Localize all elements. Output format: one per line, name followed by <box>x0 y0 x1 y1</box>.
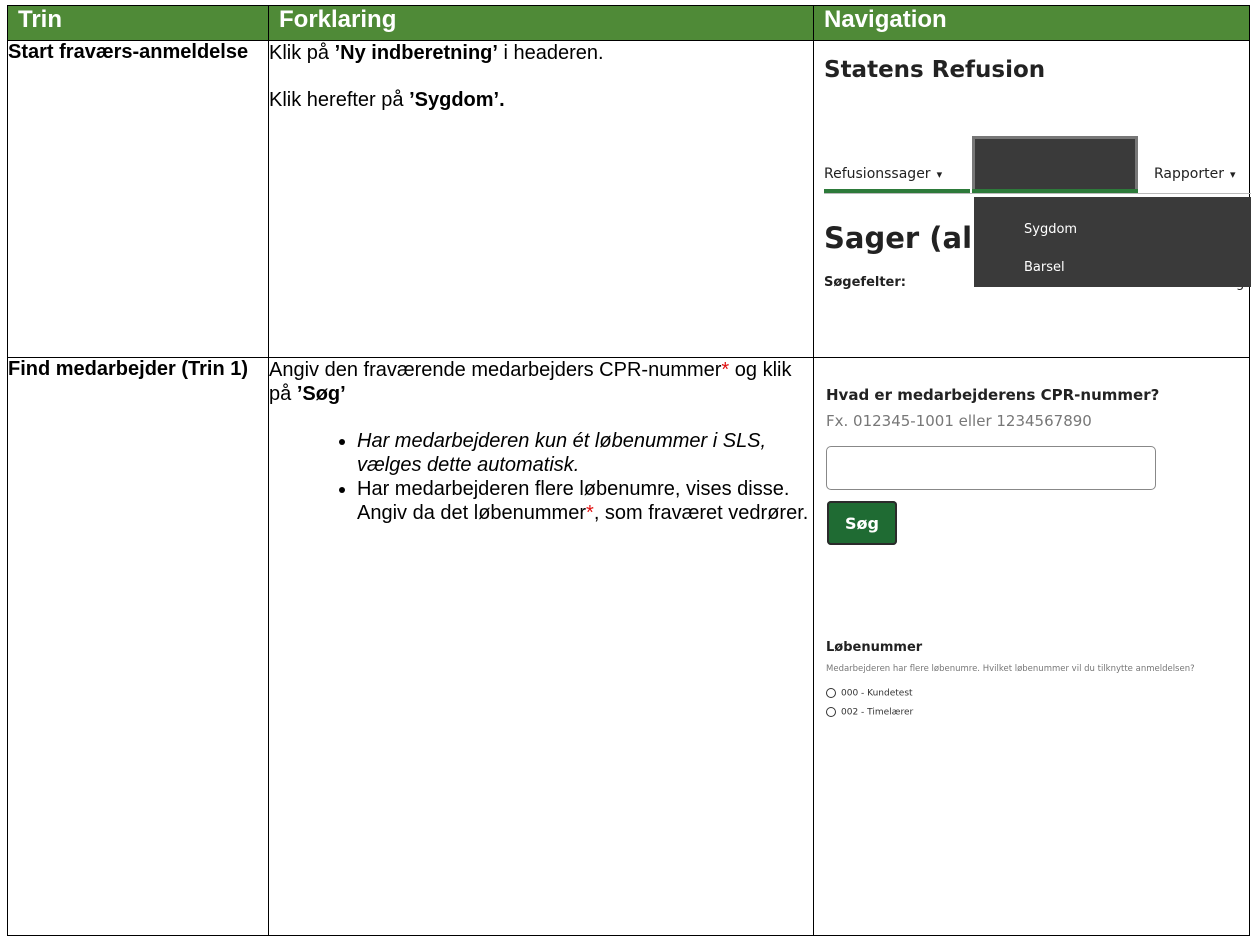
search-fields-label: Søgefelter: <box>824 275 906 290</box>
guide-table: Trin Forklaring Navigation Start fraværs… <box>7 5 1251 936</box>
step-explanation: Klik på ’Ny indberetning’ i headeren. Kl… <box>268 40 814 358</box>
brand-title: Statens Refusion <box>824 57 1046 83</box>
nav-divider <box>824 193 1251 194</box>
radio-option[interactable]: 000 - Kundetest <box>826 688 913 699</box>
employee-search-screenshot: Hvad er medarbejderens CPR-nummer? Fx. 0… <box>814 358 1251 935</box>
dropdown-item-barsel[interactable]: Barsel <box>1024 260 1065 275</box>
step-title: Find medarbejder (Trin 1) <box>8 358 249 380</box>
step-name: Find medarbejder (Trin 1) <box>7 357 269 936</box>
cpr-input[interactable] <box>826 446 1156 490</box>
nav-rapporter[interactable]: Rapporter ▾ <box>1154 166 1235 182</box>
step-title: Start fraværs-anmeldelse <box>8 41 249 63</box>
instruction-line: Angiv den fraværende medarbejders CPR-nu… <box>269 358 813 406</box>
step-explanation: Angiv den fraværende medarbejders CPR-nu… <box>268 357 814 936</box>
radio-icon[interactable] <box>826 707 836 717</box>
nav-refusionssager[interactable]: Refusionssager ▾ <box>824 166 942 182</box>
header-row: Trin Forklaring Navigation <box>7 5 1250 41</box>
instruction-bold: ’Søg’ <box>296 383 346 405</box>
header-forklaring: Forklaring <box>268 5 814 41</box>
chevron-down-icon: ▾ <box>936 168 943 181</box>
nav-label: Refusionssager <box>824 166 931 182</box>
radio-label: 000 - Kundetest <box>841 688 913 699</box>
table-row: Start fraværs-anmeldelse Klik på ’Ny ind… <box>7 40 1251 358</box>
cpr-question: Hvad er medarbejderens CPR-nummer? <box>826 386 1160 404</box>
instruction-text: Klik herefter på <box>269 89 410 111</box>
instruction-text: i headeren. <box>497 42 604 64</box>
instruction-italic: Har medarbejderen kun ét løbenummer i SL… <box>357 430 767 476</box>
chevron-down-icon: ▾ <box>1229 168 1236 181</box>
list-item: Har medarbejderen flere løbenumre, vises… <box>357 477 813 525</box>
instruction-text: Klik på <box>269 42 335 64</box>
instruction-bold: ’Ny indberetning’ <box>334 42 498 64</box>
navigation-screenshot: Statens Refusion Refusionssager ▾ Ny indb… <box>814 41 1251 357</box>
instruction-text: Angiv den fraværende medarbejders CPR-nu… <box>269 359 722 381</box>
required-asterisk: * <box>586 502 594 524</box>
instruction-text: , som fraværet vedrører. <box>593 502 809 524</box>
instruction-line: Klik på ’Ny indberetning’ i headeren. <box>269 41 813 65</box>
lobenummer-label: Løbenummer <box>826 640 923 655</box>
table-row: Find medarbejder (Trin 1) Angiv den frav… <box>7 357 1251 936</box>
nav-label: Rapporter <box>1154 166 1224 182</box>
cpr-hint: Fx. 012345-1001 eller 1234567890 <box>826 412 1092 430</box>
header-trin: Trin <box>7 5 269 41</box>
lobenummer-question: Medarbejderen har flere løbenumre. Hvilk… <box>826 664 1195 674</box>
instruction-bold: ’Sygdom’. <box>409 89 505 111</box>
list-item: Har medarbejderen kun ét løbenummer i SL… <box>357 429 813 477</box>
navigation-cell: Statens Refusion Refusionssager ▾ Ny indb… <box>813 40 1251 358</box>
dropdown-item-sygdom[interactable]: Sygdom <box>1024 222 1077 237</box>
instruction-line: Klik herefter på ’Sygdom’. <box>269 88 813 112</box>
radio-option[interactable]: 002 - Timelærer <box>826 707 913 718</box>
radio-icon[interactable] <box>826 688 836 698</box>
dropdown-menu: Sygdom Barsel <box>974 197 1251 287</box>
instruction-list: Har medarbejderen kun ét løbenummer i SL… <box>269 429 813 525</box>
header-navigation: Navigation <box>813 5 1250 41</box>
search-button[interactable]: Søg <box>827 501 897 545</box>
radio-label: 002 - Timelærer <box>841 707 914 718</box>
navigation-cell: Hvad er medarbejderens CPR-nummer? Fx. 0… <box>813 357 1251 936</box>
step-name: Start fraværs-anmeldelse <box>7 40 269 358</box>
nav-ny-indberetning[interactable]: Ny indberetning▾ <box>972 136 1138 223</box>
